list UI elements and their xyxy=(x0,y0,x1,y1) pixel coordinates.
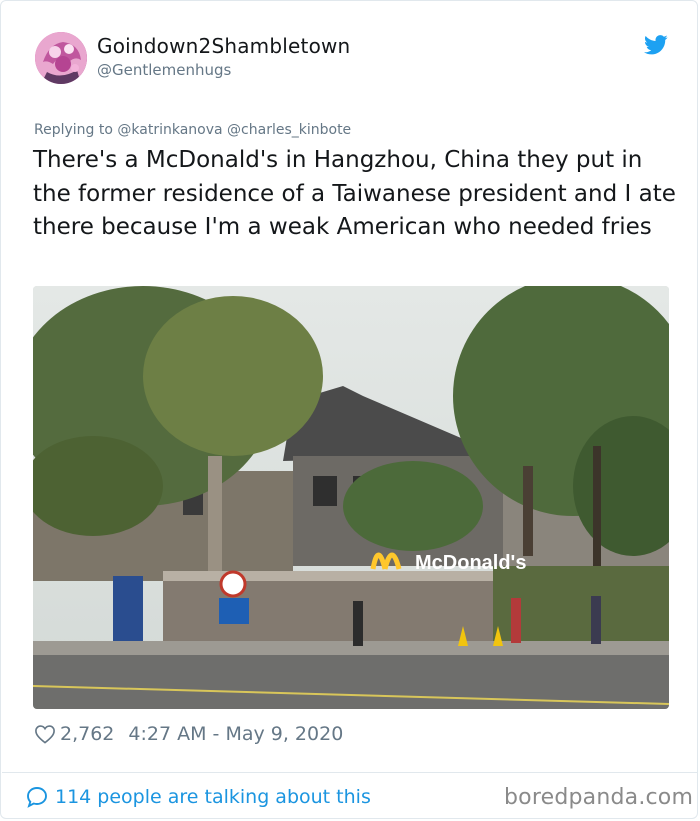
reply-mention-charles-kinbote[interactable]: @charles_kinbote xyxy=(227,122,351,138)
tweet-card: Goindown2Shambletown @Gentlemenhugs Repl… xyxy=(0,0,698,819)
twitter-bird-icon[interactable] xyxy=(644,35,668,55)
user-handle[interactable]: @Gentlemenhugs xyxy=(97,61,231,79)
replying-prefix: Replying to xyxy=(34,122,113,138)
like-count: 2,762 xyxy=(60,723,115,745)
heart-icon[interactable] xyxy=(34,724,56,744)
tweet-meta: 2,762 4:27 AM - May 9, 2020 xyxy=(34,722,343,746)
replying-to: Replying to @katrinkanova @charles_kinbo… xyxy=(34,122,351,138)
tweet-photo[interactable]: McDonald's xyxy=(33,286,669,709)
display-name[interactable]: Goindown2Shambletown xyxy=(97,34,350,58)
avatar[interactable] xyxy=(35,32,87,84)
watermark: boredpanda.com xyxy=(504,785,694,810)
reply-mention-katrinkanova[interactable]: @katrinkanova xyxy=(117,122,222,138)
talking-about-label: 114 people are talking about this xyxy=(55,786,371,808)
divider xyxy=(2,772,698,773)
comment-bubble-icon xyxy=(27,787,47,808)
tweet-text: There's a McDonald's in Hangzhou, China … xyxy=(33,147,676,240)
photo-sign-text: McDonald's xyxy=(415,552,526,574)
talking-about-link[interactable]: 114 people are talking about this xyxy=(25,785,371,809)
tweet-timestamp[interactable]: 4:27 AM - May 9, 2020 xyxy=(128,723,343,745)
